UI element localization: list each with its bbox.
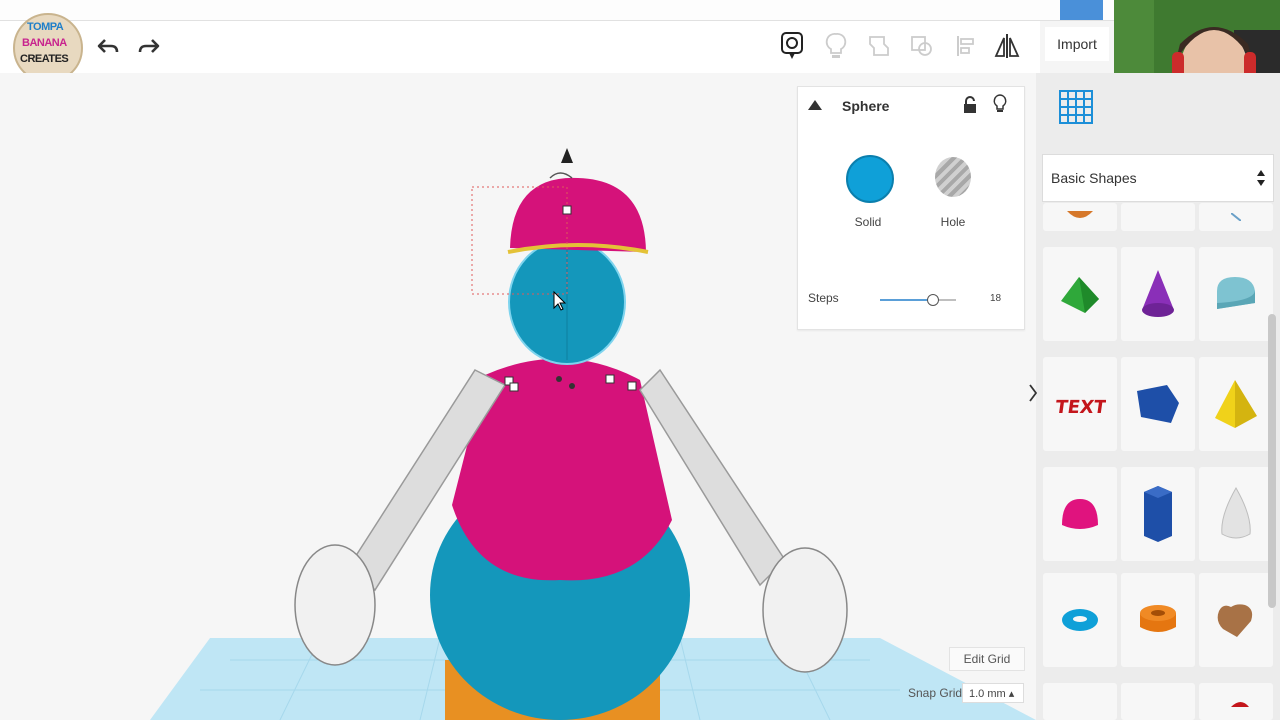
shape-card-hexagonal-prism[interactable] — [1121, 467, 1195, 561]
hexagonal-prism-shape-icon — [1144, 486, 1172, 542]
solid-label: Solid — [854, 215, 882, 229]
collapse-up-icon[interactable] — [808, 100, 822, 110]
shape-card-polygon[interactable] — [1121, 357, 1195, 451]
shape-card-text[interactable]: TEXT — [1043, 357, 1117, 451]
align-button[interactable] — [949, 29, 983, 63]
roof-shape-icon — [1061, 277, 1099, 313]
dropdown-arrows-icon — [1257, 170, 1265, 186]
svg-text:TEXT: TEXT — [1054, 397, 1106, 418]
shape-card-sphere[interactable] — [1199, 203, 1273, 231]
steps-label: Steps — [808, 291, 839, 305]
solid-color-button[interactable] — [846, 155, 894, 203]
shape-card-tube[interactable] — [1121, 573, 1195, 667]
logo-line-3: CREATES — [20, 53, 69, 65]
group-icon — [869, 36, 889, 56]
shape-card-paraboloid[interactable] — [1199, 467, 1273, 561]
ungroup-icon — [911, 36, 932, 56]
lock-icon[interactable] — [963, 96, 977, 114]
lightbulb-icon — [825, 33, 847, 58]
shape-inspector-panel: Sphere Solid Hole Steps 18 — [797, 86, 1025, 330]
import-button[interactable]: Import — [1045, 27, 1109, 61]
hole-label: Hole — [940, 215, 966, 229]
box-shape-icon — [1067, 211, 1093, 218]
shape-card-next-row-1[interactable] — [1043, 683, 1117, 720]
paraboloid-shape-icon — [1221, 486, 1251, 539]
steps-slider[interactable] — [880, 294, 956, 306]
main-toolbar — [0, 21, 1040, 74]
shape-card-heart[interactable] — [1199, 573, 1273, 667]
steps-value: 18 — [990, 293, 1002, 304]
workplane-icon[interactable] — [1056, 87, 1096, 131]
logo-line-1: TOMPA — [27, 21, 64, 33]
shape-library-label: Basic Shapes — [1051, 170, 1137, 186]
collapse-panel-toggle[interactable] — [1026, 376, 1040, 410]
shape-card-pyramid[interactable] — [1199, 357, 1273, 451]
shape-card-next-row-2[interactable] — [1121, 683, 1195, 720]
inspector-title: Sphere — [842, 98, 890, 114]
shape-card-roof[interactable] — [1043, 247, 1117, 341]
snap-grid-select[interactable]: 1.0 mm ▴ — [962, 683, 1024, 703]
shape-card-half-sphere[interactable] — [1043, 467, 1117, 561]
grid-view-button[interactable] — [1060, 0, 1103, 20]
shape-card-torus[interactable] — [1043, 573, 1117, 667]
shape-card-cone[interactable] — [1121, 247, 1195, 341]
chevron-right-icon — [1029, 384, 1037, 402]
shape-card-round-roof[interactable] — [1199, 247, 1273, 341]
snap-grid-label: Snap Grid — [908, 686, 963, 700]
shape-library-dropdown[interactable]: Basic Shapes — [1042, 154, 1274, 202]
half-sphere-shape-icon — [1062, 499, 1098, 529]
steps-slider-knob[interactable] — [927, 294, 940, 306]
torus-shape-icon — [1062, 609, 1098, 631]
heart-shape-icon — [1217, 604, 1253, 637]
undo-button[interactable] — [91, 29, 125, 63]
logo-line-2: BANANA — [22, 37, 67, 49]
edit-grid-button[interactable]: Edit Grid — [949, 647, 1025, 671]
ungroup-button[interactable] — [905, 29, 939, 63]
shape-card-next-row-3[interactable] — [1199, 683, 1273, 720]
steps-slider-fill — [880, 299, 934, 301]
show-hide-button[interactable] — [819, 29, 853, 63]
round-roof-shape-icon — [1217, 277, 1255, 309]
polygon-shape-icon — [1137, 385, 1179, 423]
hole-button[interactable] — [935, 157, 971, 197]
redo-button[interactable] — [132, 29, 166, 63]
undo-arrow-icon — [97, 39, 119, 53]
next-shape-icon — [1231, 701, 1249, 707]
shapes-scrollbar[interactable] — [1268, 314, 1276, 608]
cone-shape-icon — [1142, 270, 1174, 317]
group-button[interactable] — [862, 29, 896, 63]
lightbulb-icon[interactable] — [993, 94, 1007, 114]
pyramid-shape-icon — [1215, 380, 1257, 428]
shape-card-cylinder[interactable] — [1121, 203, 1195, 231]
mirror-button[interactable] — [990, 29, 1024, 63]
align-icon — [957, 36, 974, 56]
notes-tool-button[interactable] — [775, 29, 809, 63]
tube-shape-icon — [1140, 605, 1176, 632]
comment-pin-icon — [781, 32, 803, 59]
text-shape-icon: TEXT — [1054, 397, 1106, 418]
sphere-shape-icon — [1231, 213, 1241, 221]
shape-card-box[interactable] — [1043, 203, 1117, 231]
mirror-icon — [994, 34, 1020, 58]
redo-arrow-icon — [138, 39, 160, 53]
